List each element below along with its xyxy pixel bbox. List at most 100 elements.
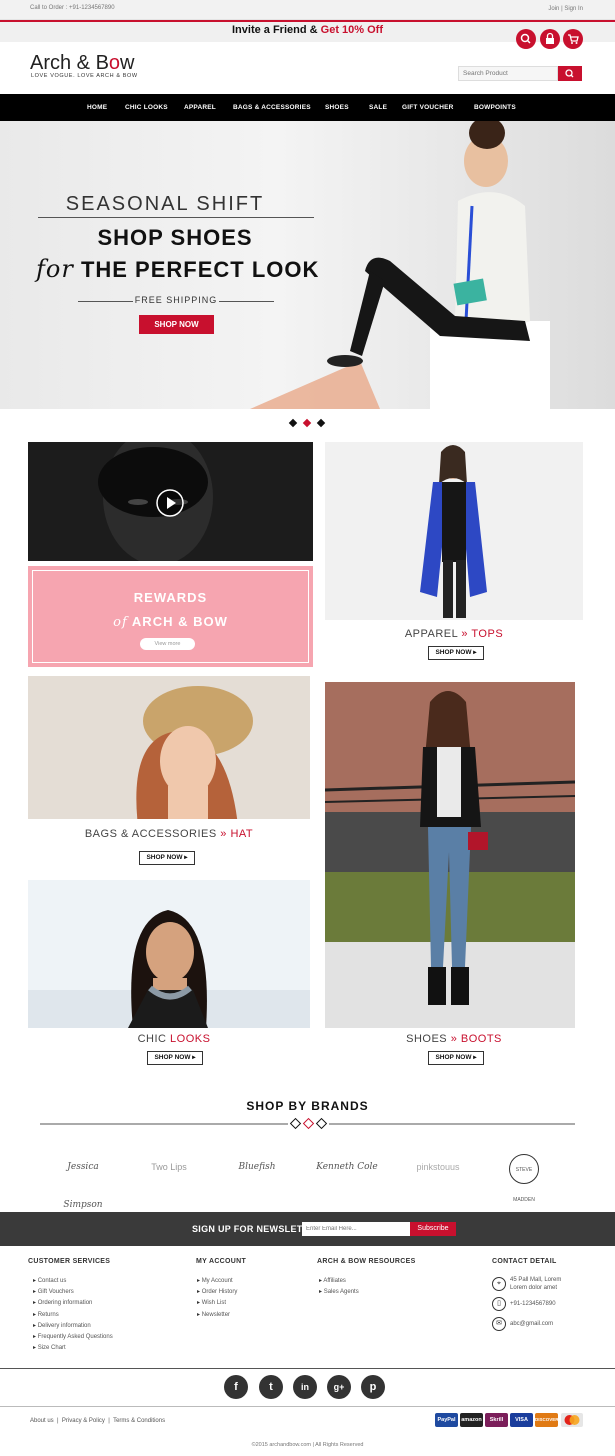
footer-link-sales-agents[interactable]: Sales Agents: [319, 1287, 359, 1298]
rewards-title: REWARDS: [133, 590, 208, 605]
google-plus-icon[interactable]: g+: [327, 1375, 351, 1399]
video-tile[interactable]: [28, 442, 313, 561]
nav-apparel[interactable]: APPAREL: [184, 104, 216, 111]
slider-dot-2[interactable]: [302, 418, 312, 428]
footer-link-my-account[interactable]: My Account: [197, 1276, 237, 1287]
search-button[interactable]: [558, 66, 582, 81]
auth-links: Join | Sign In: [548, 6, 583, 12]
hero-banner[interactable]: SEASONAL SHIFT SHOP SHOES for THE PERFEC…: [0, 121, 615, 409]
invite-text: Invite a Friend &: [232, 24, 321, 36]
apparel-caption: APPAREL » TOPS: [404, 628, 504, 640]
nav-gift-voucher[interactable]: GIFT VOUCHER: [402, 104, 454, 111]
footer-resources-title: ARCH & BOW RESOURCES: [317, 1258, 416, 1265]
logo[interactable]: Arch & Bow: [30, 52, 135, 75]
amazon-icon: amazon: [460, 1413, 483, 1427]
chic-tile-image[interactable]: [28, 880, 310, 1028]
bags-subcategory: HAT: [230, 828, 254, 840]
footer-contact-title: CONTACT DETAIL: [492, 1258, 557, 1265]
logo-text-a: Arch & B: [30, 52, 109, 74]
lock-icon[interactable]: [540, 29, 560, 49]
email-icon: ✉: [492, 1317, 506, 1331]
nav-bags-accessories[interactable]: BAGS & ACCESSORIES: [233, 104, 311, 111]
brand-logo-two-lips[interactable]: Two Lips: [133, 1148, 205, 1186]
brand-logo-steve-madden[interactable]: STEVE MADDEN: [488, 1148, 560, 1203]
call-to-order-text: Call to Order : +91-1234567890: [30, 5, 115, 11]
terms-link[interactable]: Terms & Conditions: [113, 1418, 165, 1424]
rewards-tile[interactable]: REWARDS of ARCH & BOW View more: [28, 566, 313, 667]
visa-icon: VISA: [510, 1413, 533, 1427]
footer-divider-2: [0, 1406, 615, 1407]
steve-madden-seal: STEVE MADDEN: [509, 1153, 539, 1203]
hero-heading-3-italic: for: [36, 255, 74, 283]
shoes-model-image: [325, 682, 575, 1028]
twitter-icon[interactable]: t: [259, 1375, 283, 1399]
nav-bowpoints[interactable]: BOWPOINTS: [474, 104, 516, 111]
contact-email[interactable]: abc@gmail.com: [510, 1321, 553, 1329]
footer-link-newsletter[interactable]: Newsletter: [197, 1310, 237, 1321]
phone-icon: ▯: [492, 1297, 506, 1311]
shoes-category: SHOES: [406, 1033, 448, 1045]
shoes-shop-now-label: SHOP NOW: [435, 1054, 472, 1061]
facebook-icon[interactable]: f: [224, 1375, 248, 1399]
footer-link-contact-us[interactable]: Contact us: [33, 1276, 113, 1287]
bags-caption: BAGS & ACCESSORIES » HAT: [84, 828, 254, 840]
footer-link-returns[interactable]: Returns: [33, 1310, 113, 1321]
shoes-shop-now-button[interactable]: SHOP NOW ▸: [428, 1051, 484, 1065]
shoes-tile-image[interactable]: [325, 682, 575, 1028]
nav-sale[interactable]: SALE: [369, 104, 387, 111]
apparel-tile-image[interactable]: [325, 442, 583, 620]
contact-address-line-2: Lorem dolor amet: [510, 1284, 558, 1291]
rewards-view-more-button[interactable]: View more: [140, 638, 195, 650]
hero-heading-3-rest: THE PERFECT LOOK: [80, 257, 320, 282]
bags-tile-image[interactable]: [28, 676, 310, 819]
bags-category: BAGS & ACCESSORIES: [84, 828, 217, 840]
search-input[interactable]: [458, 66, 558, 81]
footer-link-delivery-information[interactable]: Delivery information: [33, 1321, 113, 1332]
contact-address-line-1: 45 Pall Mall, Lorem: [510, 1277, 562, 1283]
shop-by-brands-title: SHOP BY BRANDS: [246, 1099, 369, 1113]
privacy-policy-link[interactable]: Privacy & Policy: [62, 1418, 105, 1424]
nav-home[interactable]: HOME: [87, 104, 107, 111]
rewards-subtitle-rest: ARCH & BOW: [131, 614, 228, 629]
linkedin-icon[interactable]: in: [293, 1375, 317, 1399]
contact-phone[interactable]: +91-1234567890: [510, 1301, 556, 1309]
footer-link-faq[interactable]: Frequently Asked Questions: [33, 1332, 113, 1343]
play-icon[interactable]: [155, 488, 185, 518]
footer-link-wish-list[interactable]: Wish List: [197, 1298, 237, 1309]
nav-shoes[interactable]: SHOES: [325, 104, 349, 111]
footer-link-order-history[interactable]: Order History: [197, 1287, 238, 1298]
search-icon[interactable]: [516, 29, 536, 49]
footer-link-affiliates[interactable]: Affiliates: [319, 1276, 359, 1287]
about-us-link[interactable]: About us: [30, 1418, 54, 1424]
brand-logo-bluefish[interactable]: Bluefish: [221, 1148, 293, 1186]
nav-chic-looks[interactable]: CHIC LOOKS: [125, 104, 168, 111]
bags-shop-now-button[interactable]: SHOP NOW ▸: [139, 851, 195, 865]
footer-resources-list: Affiliates Sales Agents: [319, 1276, 359, 1298]
brand-logo-pinkstouus[interactable]: pinkstouus: [402, 1148, 474, 1186]
footer-link-gift-vouchers[interactable]: Gift Vouchers: [33, 1287, 113, 1298]
brand-logo-kenneth-cole[interactable]: Kenneth Cole: [311, 1148, 383, 1186]
location-pin-icon: ⌖: [492, 1277, 506, 1291]
pinterest-icon[interactable]: p: [361, 1375, 385, 1399]
join-link[interactable]: Join: [548, 6, 559, 12]
hero-heading-1: SEASONAL SHIFT: [65, 193, 265, 215]
slider-dot-1[interactable]: [288, 418, 298, 428]
sign-in-link[interactable]: Sign In: [564, 6, 583, 12]
chic-category: CHIC: [137, 1033, 167, 1045]
newsletter-email-input[interactable]: [302, 1222, 410, 1236]
contact-address: 45 Pall Mall, Lorem Lorem dolor amet: [510, 1277, 561, 1292]
slider-dot-3[interactable]: [316, 418, 326, 428]
footer-link-ordering-information[interactable]: Ordering information: [33, 1298, 113, 1309]
apparel-shop-now-button[interactable]: SHOP NOW ▸: [428, 646, 484, 660]
footer-link-size-chart[interactable]: Size Chart: [33, 1343, 113, 1354]
hero-shop-now-button[interactable]: SHOP NOW: [139, 315, 214, 334]
mastercard-circles: [564, 1415, 580, 1425]
brands-divider: [40, 1117, 575, 1130]
chic-shop-now-button[interactable]: SHOP NOW ▸: [147, 1051, 203, 1065]
chic-subcategory: LOOKS: [170, 1033, 211, 1045]
cart-icon[interactable]: [563, 29, 583, 49]
search-icon: [565, 69, 574, 78]
subscribe-button[interactable]: Subscribe: [410, 1222, 456, 1236]
brand-logo-jessica-simpson[interactable]: Jessica Simpson: [47, 1148, 119, 1210]
hero-rule: [38, 217, 314, 218]
